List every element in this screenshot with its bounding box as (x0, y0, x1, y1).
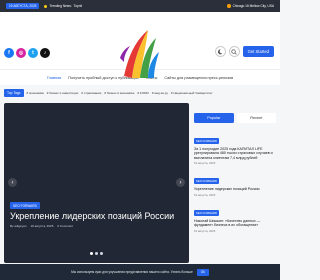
cookie-banner: Мы используем куки для улучшения предста… (0, 264, 280, 280)
tags-label: Top Tags (4, 89, 24, 97)
slider-dot[interactable] (90, 252, 93, 255)
sidebar-tabs: Popular Recent (194, 113, 276, 123)
weather-text: Chicago 16 Mellow City, USA (232, 4, 274, 8)
slider-dot[interactable] (100, 252, 103, 255)
hero-slider[interactable]: ‹ › SEO FORWARD Укрепление лидерских поз… (4, 103, 189, 263)
instagram-icon[interactable]: ◎ (16, 48, 26, 58)
story-title[interactable]: За 1 полугодие 2025 года КАПИТАЛ LIFE ур… (194, 147, 276, 160)
story-category-badge[interactable]: SEO FORWARD (194, 138, 219, 144)
tag-item[interactable]: # бизнес и инвестиции (47, 91, 79, 95)
tab-recent[interactable]: Recent (236, 113, 276, 123)
list-item[interactable]: SEO FORWARD Укрепление лидерских позиций… (194, 169, 276, 197)
list-item[interactable]: SEO FORWARD Николай Шишкин: «Качество да… (194, 201, 276, 233)
theme-toggle-button[interactable] (214, 46, 226, 57)
nav-item-press-sites[interactable]: Сайты для размещения пресс-релизов (164, 76, 233, 80)
story-title[interactable]: Укрепление лидерских позиций России (194, 187, 276, 191)
cookie-text: Мы используем куки для улучшения предста… (71, 270, 193, 274)
slider-dots (90, 252, 103, 255)
facebook-icon[interactable]: f (4, 48, 14, 58)
top-bar: 19 АВГУСТА, 2025 Trending News: Topnii C… (0, 0, 280, 12)
hero-date: 19 августа, 2025 (30, 224, 54, 228)
tiktok-icon[interactable]: ♪ (40, 48, 50, 58)
site-header: f ◎ t ♪ Get Started (0, 12, 280, 78)
tag-item[interactable]: # бизнес в экономике (104, 91, 134, 95)
chevron-right-icon[interactable]: › (176, 178, 185, 187)
site-logo[interactable] (118, 28, 160, 80)
social-links: f ◎ t ♪ (4, 48, 50, 58)
header-actions: Get Started (214, 46, 274, 57)
cookie-ok-button[interactable]: Ok (196, 268, 209, 276)
story-title[interactable]: Николай Шишкин: «Качество данных — фунда… (194, 219, 276, 228)
tag-item[interactable]: # экономика (27, 91, 44, 95)
get-started-button[interactable]: Get Started (242, 46, 274, 57)
slider-dot[interactable] (95, 252, 98, 255)
sun-icon (227, 4, 231, 8)
chevron-left-icon[interactable]: ‹ (8, 178, 17, 187)
tags-bar: Top Tags # экономика # бизнес и инвестиц… (0, 85, 280, 101)
nav-item-home[interactable]: Главная (47, 76, 61, 80)
tag-item[interactable]: # мед-ка.ру (152, 91, 168, 95)
sidebar: Popular Recent SEO FORWARD За 1 полугоди… (194, 113, 276, 237)
date-badge: 19 АВГУСТА, 2025 (6, 3, 40, 9)
search-icon (231, 48, 237, 55)
trending-label: Trending News: (49, 4, 72, 8)
weather-widget: Chicago 16 Mellow City, USA (227, 4, 274, 8)
tag-item[interactable]: # страхование (81, 91, 101, 95)
list-item[interactable]: SEO FORWARD За 1 полугодие 2025 года КАП… (194, 129, 276, 165)
hero-title[interactable]: Укрепление лидерских позиций России (10, 211, 174, 221)
hero-category-badge[interactable]: SEO FORWARD (10, 202, 40, 209)
moon-icon (218, 49, 223, 54)
story-category-badge[interactable]: SEO FORWARD (194, 209, 219, 216)
story-date: 19 августа, 2025 (194, 161, 216, 166)
trending-news[interactable]: Trending News: Topnii (44, 4, 82, 8)
hero-comments[interactable]: 0 Comment (57, 224, 73, 228)
trending-text[interactable]: Topnii (74, 4, 82, 8)
hero-meta: By adigeyan 19 августа, 2025 0 Comment (10, 224, 73, 228)
search-button[interactable] (228, 46, 240, 57)
story-category-badge[interactable]: SEO FORWARD (194, 178, 219, 185)
twitter-icon[interactable]: t (28, 48, 38, 58)
tag-item[interactable]: # Национальный Университет (171, 91, 213, 95)
tag-item[interactable]: # FOMO (137, 91, 149, 95)
story-date: 19 августа, 2025 (194, 192, 216, 197)
tab-popular[interactable]: Popular (194, 113, 234, 123)
hero-author[interactable]: By adigeyan (10, 224, 27, 228)
bolt-icon (44, 4, 48, 8)
story-date: 19 августа, 2025 (194, 228, 216, 233)
